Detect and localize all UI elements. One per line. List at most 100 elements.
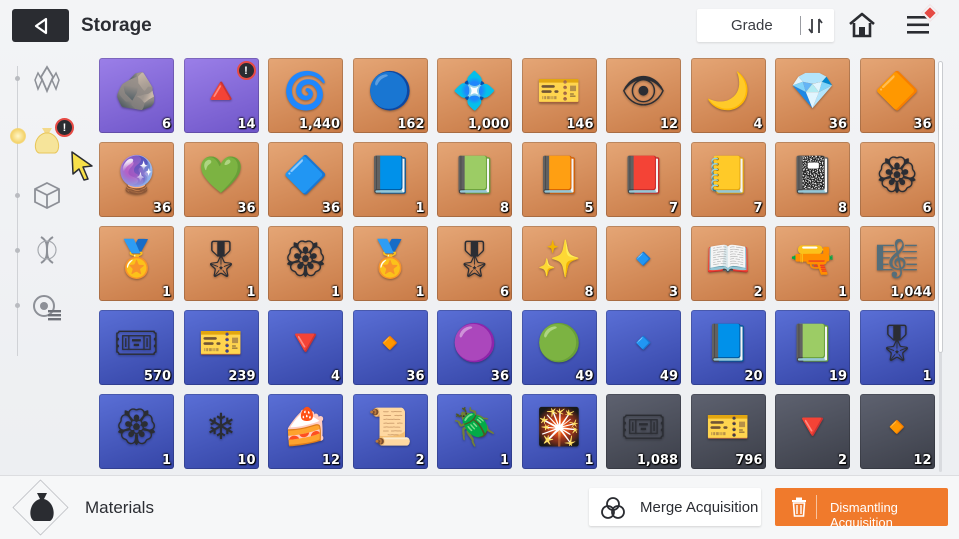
- green-crystal-icon: 💚: [198, 154, 244, 195]
- spray-gun-icon: 🔫: [790, 238, 835, 279]
- item-quantity: 3: [668, 285, 678, 300]
- item-slot-shield-medal[interactable]: 🏅 1: [99, 226, 174, 301]
- item-slot-red-shard[interactable]: 🔻 4: [268, 310, 343, 385]
- sidebar-item-cube[interactable]: [30, 178, 64, 212]
- cross-medal-icon: 🏵: [874, 154, 920, 195]
- item-quantity: 8: [499, 201, 509, 216]
- sort-order-icon[interactable]: [807, 16, 825, 36]
- item-slot-golden-pyramid-relic[interactable]: 🔺! 14: [183, 58, 259, 133]
- bolt-manual-icon: 📒: [705, 154, 751, 195]
- item-slot-sword-manual[interactable]: 📘 1: [352, 142, 428, 217]
- item-slot-dark-data-chip[interactable]: 💠 1,000: [437, 58, 512, 133]
- item-quantity: 36: [152, 201, 171, 216]
- item-slot-cyan-energy-capsule[interactable]: 🔵 162: [352, 58, 428, 133]
- item-slot-violet-shard[interactable]: 🟣 36: [437, 310, 512, 385]
- dull-red-shard-icon: 🔻: [790, 406, 835, 447]
- item-slot-blue-cube-crystal[interactable]: 🔹 3: [606, 226, 681, 301]
- item-slot-dull-amber-shard[interactable]: 🔸 12: [859, 394, 935, 469]
- item-slot-sparkler[interactable]: 🎇 1: [521, 394, 597, 469]
- sidebar-track: [17, 66, 18, 356]
- item-slot-gold-scroll[interactable]: 📜 2: [352, 394, 428, 469]
- item-slot-purple-crystal[interactable]: 🔮 36: [99, 142, 174, 217]
- item-quantity: 796: [735, 453, 763, 468]
- item-slot-bolt-manual[interactable]: 📒 7: [690, 142, 766, 217]
- item-slot-eye-manual[interactable]: 📙 5: [521, 142, 597, 217]
- dna-category-icon: [37, 236, 57, 264]
- target-medal-icon: 🎖: [451, 238, 498, 279]
- item-slot-star-ticket[interactable]: 🎫 239: [183, 310, 259, 385]
- pink-crystal-icon: 💎: [790, 70, 835, 111]
- item-slot-shield-book[interactable]: 📘 20: [690, 310, 766, 385]
- item-slot-dull-red-shard[interactable]: 🔻 2: [775, 394, 850, 469]
- dull-amber-shard-icon: 🔸: [874, 406, 920, 447]
- item-alert-badge: !: [236, 61, 256, 80]
- item-quantity: 1: [246, 285, 256, 300]
- strawberry-cake-icon: 🍰: [283, 406, 328, 447]
- item-quantity: 570: [143, 369, 171, 384]
- item-slot-ice-shard[interactable]: 🔹 49: [606, 310, 681, 385]
- sidebar-dot: [15, 76, 20, 81]
- sort-grade-button[interactable]: Grade: [697, 9, 834, 42]
- item-slot-strawberry-cake[interactable]: 🍰 12: [268, 394, 343, 469]
- sort-label: Grade: [731, 17, 773, 34]
- item-quantity: 1: [415, 285, 425, 300]
- item-slot-shatter-crystal[interactable]: ❄ 10: [183, 394, 259, 469]
- star-map-book-icon: 📖: [705, 238, 751, 279]
- item-slot-blade-medal[interactable]: 🏵 1: [268, 226, 343, 301]
- item-slot-target-medal[interactable]: 🎖 6: [437, 226, 512, 301]
- item-slot-gold-ticket[interactable]: 🎫 146: [521, 58, 597, 133]
- sidebar-item-dna[interactable]: [30, 233, 64, 267]
- item-slot-orange-crystal[interactable]: 🔶 36: [859, 58, 935, 133]
- item-quantity: 146: [566, 117, 594, 132]
- sidebar-item-crystal[interactable]: [30, 62, 64, 96]
- item-slot-star-map-book[interactable]: 📖 2: [690, 226, 766, 301]
- item-slot-shield-manual[interactable]: 📗 8: [437, 142, 512, 217]
- item-slot-cross-medal[interactable]: 🏵 6: [859, 142, 935, 217]
- item-quantity: 1: [161, 285, 171, 300]
- item-slot-wing-book[interactable]: 📗 19: [775, 310, 850, 385]
- item-slot-black-beetle[interactable]: 🪲 1: [437, 394, 512, 469]
- sidebar-item-chip[interactable]: [30, 290, 64, 324]
- item-slot-spray-gun[interactable]: 🔫 1: [775, 226, 850, 301]
- blue-crystal-icon: 🔷: [283, 154, 328, 195]
- dismantling-acquisition-button[interactable]: Dismantling Acquisition: [775, 488, 948, 530]
- item-slot-green-crystal[interactable]: 💚 36: [183, 142, 259, 217]
- item-slot-eye-emblem[interactable]: 🏵 1: [99, 394, 174, 469]
- item-quantity: 4: [330, 369, 340, 384]
- merge-icon: [601, 497, 625, 519]
- item-quantity: 6: [922, 201, 932, 216]
- eye-manual-icon: 📙: [536, 154, 582, 195]
- item-slot-blade-manual[interactable]: 📕 7: [606, 142, 681, 217]
- shield-medal-icon: 🏅: [114, 238, 159, 279]
- home-icon[interactable]: [847, 11, 877, 39]
- item-slot-target-manual[interactable]: 📓 8: [775, 142, 850, 217]
- black-beetle-icon: 🪲: [452, 406, 497, 447]
- item-slot-red-meteor-shard[interactable]: 🪨 6: [99, 58, 174, 133]
- item-slot-blue-coral-core[interactable]: 🌀 1,440: [268, 58, 343, 133]
- item-slot-blue-ticket[interactable]: 🎟 570: [99, 310, 174, 385]
- item-slot-blue-crystal[interactable]: 🔷 36: [268, 142, 343, 217]
- item-slot-amber-shard[interactable]: 🔸 36: [352, 310, 428, 385]
- item-slot-purple-eye-orb[interactable]: 👁 12: [606, 58, 681, 133]
- item-slot-golden-moon-feather[interactable]: 🌙 4: [690, 58, 766, 133]
- item-slot-bolt-medal[interactable]: 🏅 1: [352, 226, 428, 301]
- item-slot-green-spark-shard[interactable]: ✨ 8: [521, 226, 597, 301]
- item-slot-music-record[interactable]: 🎼 1,044: [859, 226, 935, 301]
- item-slot-silver-medal[interactable]: 🎖 1: [859, 310, 935, 385]
- item-slot-gray-ticket[interactable]: 🎟 1,088: [606, 394, 681, 469]
- item-quantity: 7: [668, 201, 678, 216]
- item-slot-eye-medal[interactable]: 🎖 1: [183, 226, 259, 301]
- cyan-energy-capsule-icon: 🔵: [367, 70, 413, 111]
- blue-ticket-icon: 🎟: [113, 322, 160, 363]
- golden-pyramid-relic-icon: 🔺: [198, 70, 244, 111]
- violet-shard-icon: 🟣: [452, 322, 497, 363]
- item-quantity: 20: [744, 369, 763, 384]
- item-slot-emerald-shard[interactable]: 🟢 49: [521, 310, 597, 385]
- item-slot-compass-ticket[interactable]: 🎫 796: [690, 394, 766, 469]
- scrollbar-thumb[interactable]: [939, 62, 942, 352]
- back-button[interactable]: [12, 9, 69, 42]
- item-quantity: 1,440: [298, 117, 340, 132]
- merge-acquisition-button[interactable]: Merge Acquisition: [589, 488, 761, 526]
- item-slot-pink-crystal[interactable]: 💎 36: [775, 58, 850, 133]
- gray-ticket-icon: 🎟: [620, 406, 667, 447]
